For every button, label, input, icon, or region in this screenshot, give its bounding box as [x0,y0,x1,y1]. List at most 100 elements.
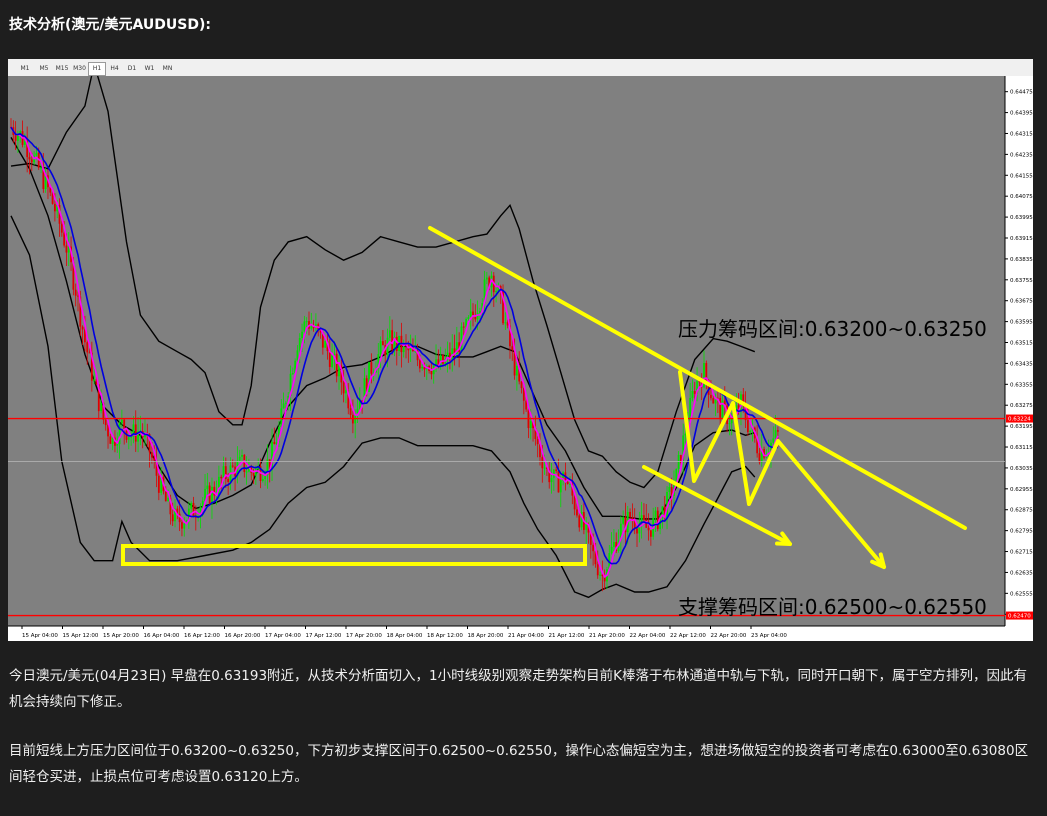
y-tick-label: 0.63835 [1010,257,1033,263]
candle-body [167,497,169,502]
y-tick-label: 0.63195 [1010,424,1033,430]
candle-body [310,326,313,329]
support-zone-label: 支撑筹码区间:0.62500~0.62550 [678,595,987,619]
candle-body [774,430,777,439]
timeframe-button-mn[interactable]: MN [158,62,177,76]
timeframe-button-m5[interactable]: M5 [34,62,54,76]
candle-body [596,564,599,576]
timeframe-button-m1[interactable]: M1 [15,62,35,76]
timeframe-button-h1[interactable]: H1 [88,62,106,76]
candle-body [127,437,130,440]
candle-body [515,365,518,376]
x-tick-label: 21 Apr 12:00 [549,633,585,639]
candle-body [81,326,84,330]
candle-body [28,157,31,160]
candle-body [649,530,652,537]
y-tick-label: 0.63915 [1010,236,1033,242]
x-tick-label: 17 Apr 20:00 [346,633,382,639]
candle-body [63,232,66,246]
candle-body [395,336,398,352]
candle-body [511,346,514,351]
timeframe-button-m15[interactable]: M15 [53,62,71,76]
candle-body [465,318,467,327]
candle-body [536,439,539,445]
candle-body [324,341,327,348]
trading-chart: M1 M5 M15 M30 H1 H4 D1 W1 MN 0.64475 0.64395 0.643… [8,59,1033,641]
candle-body [301,331,303,339]
y-tick-label: 0.63515 [1010,341,1033,347]
candle-body [282,403,285,409]
candle-body [485,277,488,280]
candle-body [636,528,638,534]
candle-body [254,468,257,476]
x-tick-label: 22 Apr 04:00 [630,633,666,639]
candle-body [559,480,562,493]
candle-body [181,522,183,529]
x-tick-label: 18 Apr 12:00 [427,633,463,639]
candle-body [65,245,68,253]
candle-body [17,134,19,141]
price-marker-label: 0.62470 [1008,614,1031,620]
x-tick-label: 16 Apr 20:00 [225,633,261,639]
candle-body [211,486,213,504]
candle-body [183,523,186,529]
candle-body [693,391,696,394]
y-tick-label: 0.62635 [1010,570,1033,576]
candle-body [345,390,347,394]
candle-body [504,322,507,324]
candle-body [555,469,558,472]
candle-body [668,487,671,492]
timeframe-button-h4[interactable]: H4 [105,62,124,76]
candle-body [418,360,421,369]
candle-body [151,452,153,458]
candle-body [370,362,373,374]
y-tick-label: 0.63355 [1010,382,1033,388]
candle-body [93,379,96,381]
candle-body [576,509,578,516]
candle-body [460,326,463,353]
timeframe-button-w1[interactable]: W1 [140,62,159,76]
candle-body [104,419,107,426]
x-tick-label: 17 Apr 12:00 [306,633,342,639]
candle-body [60,223,63,233]
candle-body [273,441,276,445]
candle-body [153,457,156,461]
price-plot: 0.64475 0.64395 0.64315 0.64235 0.64155 0.640… [8,76,1033,641]
candle-body [462,326,465,328]
candle-body [777,430,779,432]
candle-body [622,517,625,524]
price-axis [1005,76,1033,641]
y-tick-label: 0.63275 [1010,403,1033,409]
y-tick-label: 0.64475 [1010,90,1033,96]
x-tick-label: 15 Apr 20:00 [103,633,139,639]
candle-body [88,352,91,354]
y-tick-label: 0.63595 [1010,320,1033,326]
x-tick-label: 22 Apr 12:00 [670,633,706,639]
y-tick-label: 0.62555 [1010,591,1033,597]
candle-body [495,291,497,293]
candle-body [35,152,38,156]
page-heading: 技术分析(澳元/美元AUDUSD): [9,17,211,33]
candle-body [566,482,569,484]
x-tick-label: 21 Apr 04:00 [508,633,544,639]
candle-body [557,471,560,493]
candle-body [656,510,659,529]
candle-body [190,502,193,509]
candle-body [206,485,209,489]
candle-body [120,419,123,424]
timeframe-button-m30[interactable]: M30 [70,62,89,76]
x-tick-label: 18 Apr 20:00 [468,633,504,639]
candle-body [421,366,424,369]
candle-body [772,438,775,443]
candle-body [578,515,581,528]
candle-body [746,420,749,433]
y-tick-label: 0.62715 [1010,550,1033,556]
timeframe-button-d1[interactable]: D1 [123,62,141,76]
candle-body [529,421,532,429]
candle-body [305,321,308,323]
candle-body [469,311,472,318]
x-tick-label: 22 Apr 20:00 [711,633,747,639]
y-tick-label: 0.62875 [1010,508,1033,514]
y-tick-label: 0.63995 [1010,215,1033,221]
candle-body [231,465,234,467]
